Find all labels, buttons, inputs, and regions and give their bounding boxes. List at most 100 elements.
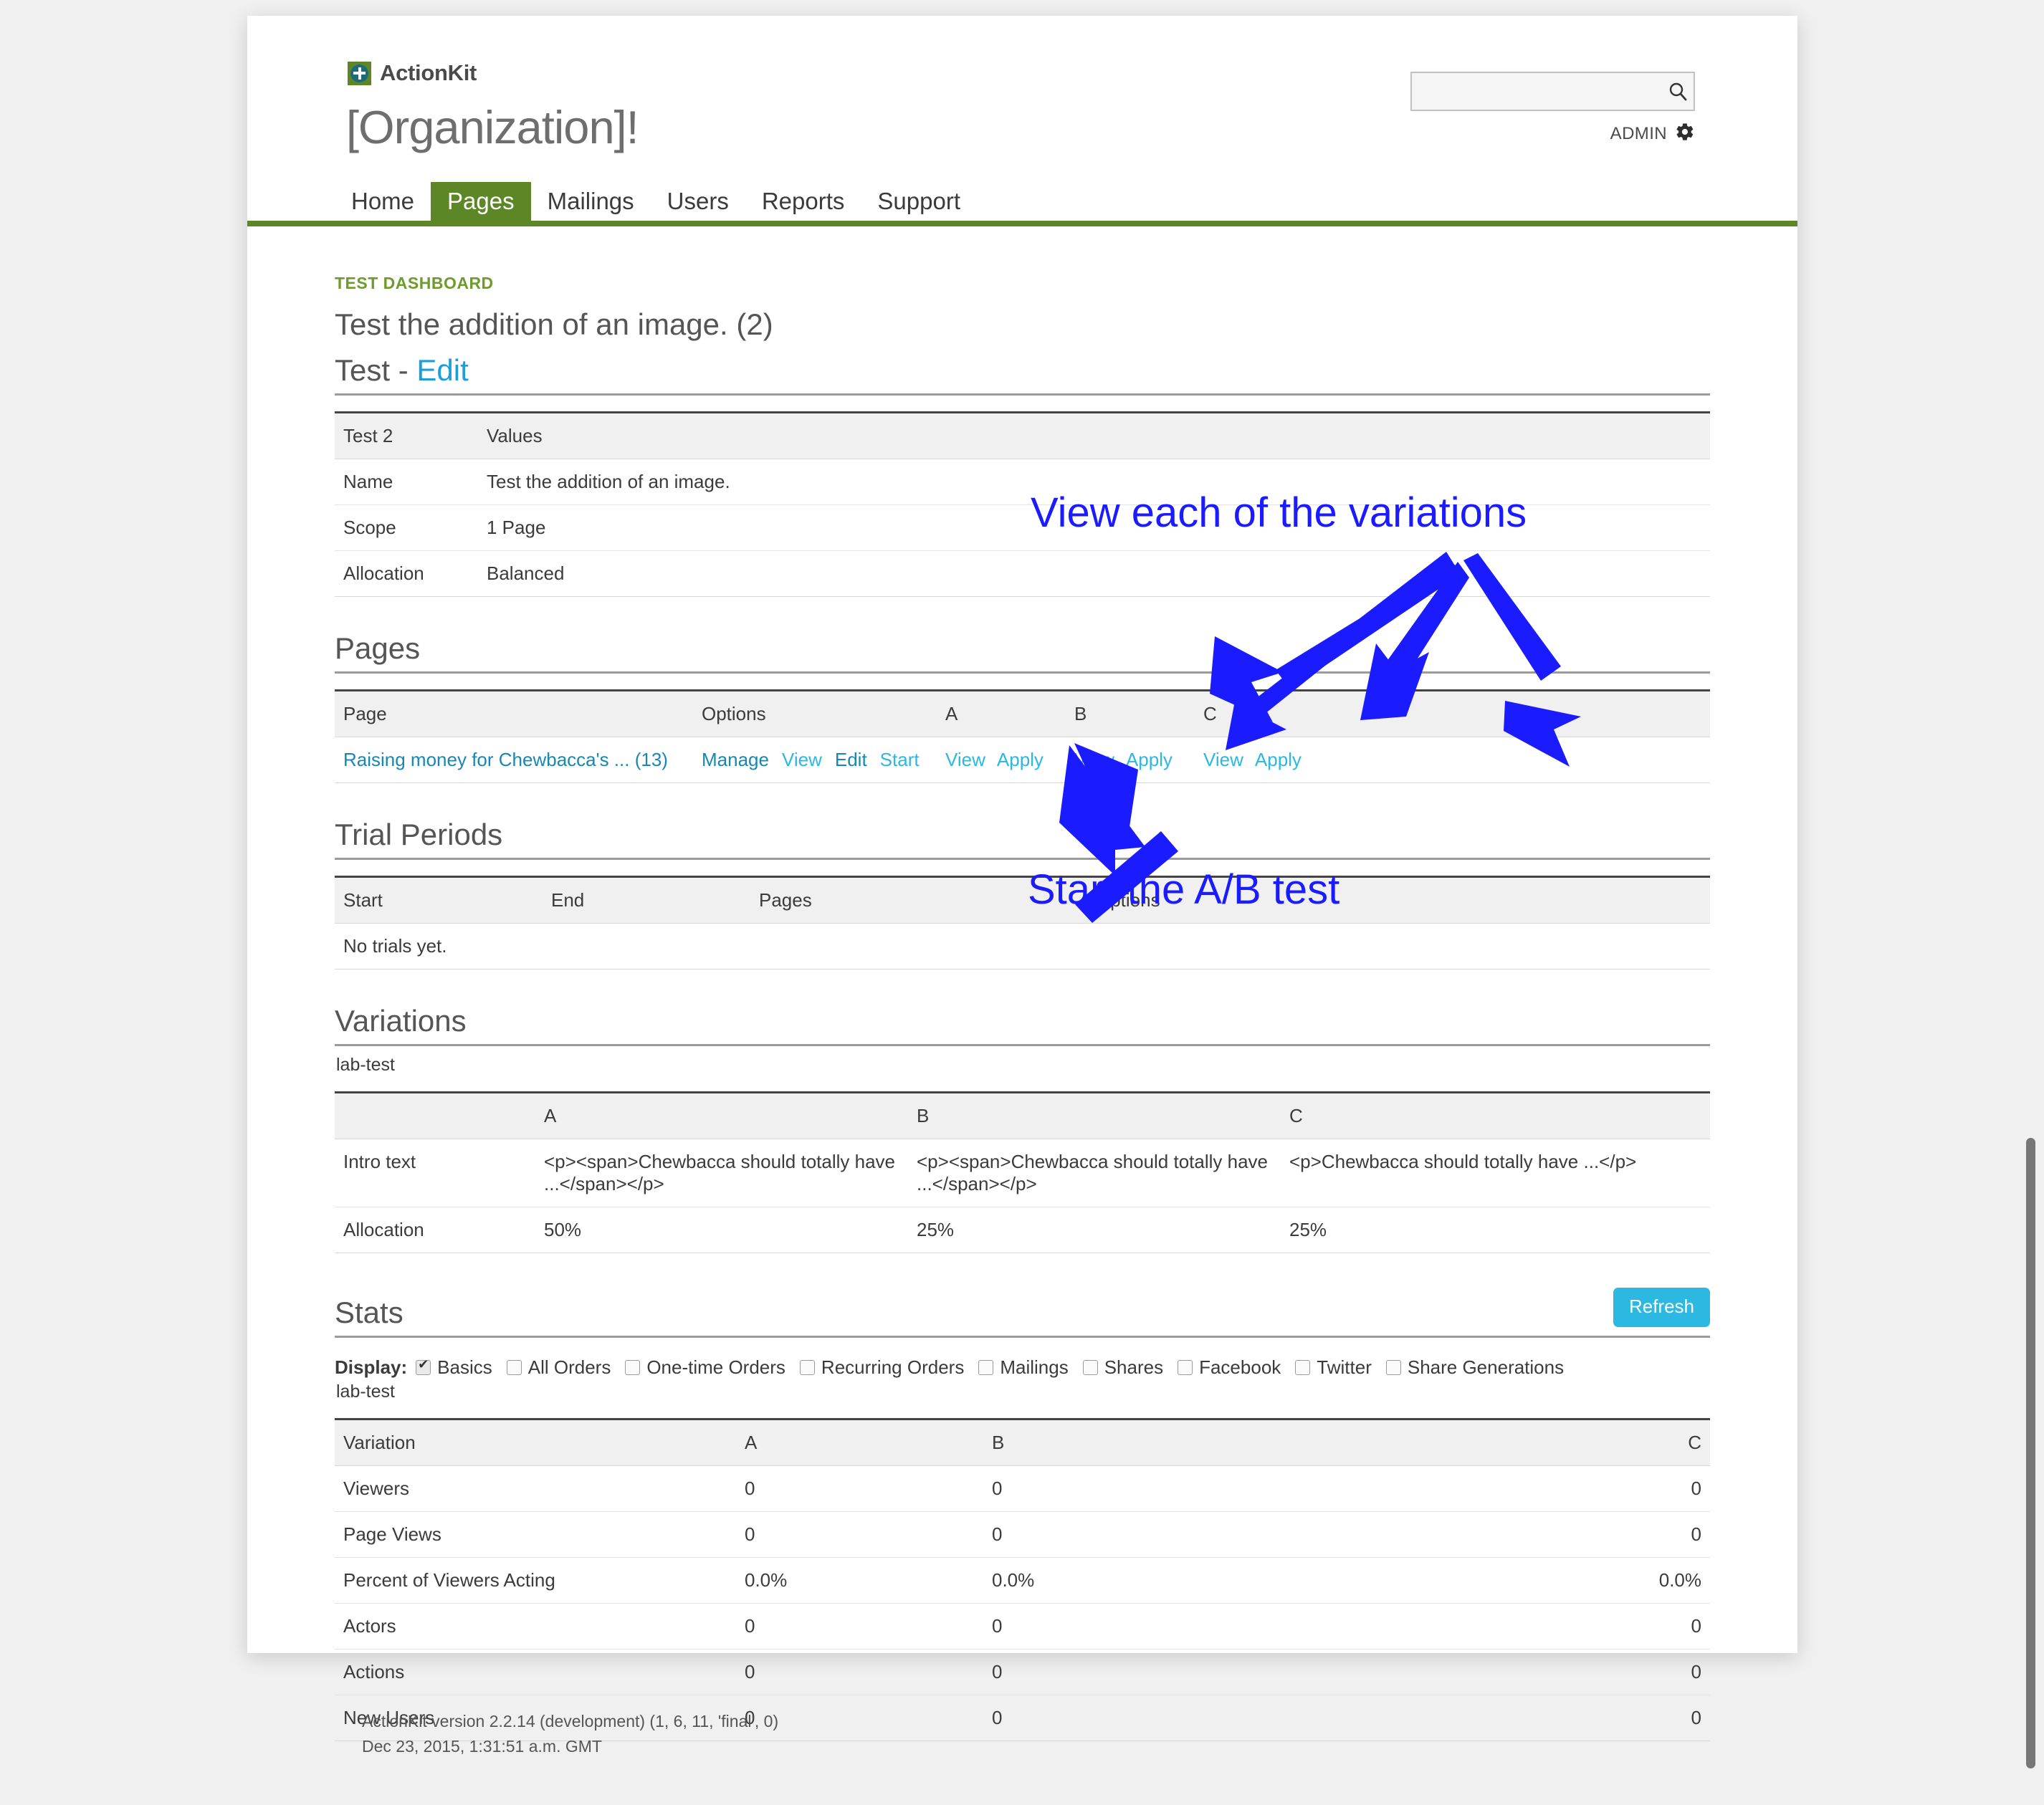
page-scrollbar[interactable] <box>2026 1138 2035 1768</box>
variant-b-view-link[interactable]: View <box>1074 749 1114 771</box>
breadcrumb[interactable]: TEST DASHBOARD <box>335 274 1710 293</box>
stats-actors-a: 0 <box>736 1603 983 1650</box>
nav-item-home[interactable]: Home <box>335 182 431 221</box>
table-row: Percent of Viewers Acting 0.0% 0.0% 0.0% <box>335 1557 1710 1604</box>
checkbox-mailings[interactable] <box>978 1360 994 1375</box>
app-footer: ActionKit version 2.2.14 (development) (… <box>362 1709 778 1758</box>
manage-link[interactable]: Manage <box>702 749 769 771</box>
stats-row-label: Percent of Viewers Acting <box>335 1557 736 1604</box>
annotation-start-test: Start the A/B test <box>1028 866 1340 913</box>
label-twitter: Twitter <box>1317 1356 1372 1378</box>
cell-variant-b: View Apply <box>1066 737 1195 783</box>
stats-percent-c: 0.0% <box>1231 1557 1710 1604</box>
variant-a-view-link[interactable]: View <box>945 749 985 771</box>
pages-section-heading: Pages <box>335 631 1710 674</box>
th-var-c: C <box>1281 1091 1710 1139</box>
view-link[interactable]: View <box>782 749 822 771</box>
stats-row-label: Actions <box>335 1649 736 1695</box>
variation-alloc-a: 50% <box>535 1207 908 1253</box>
stats-actions-b: 0 <box>983 1649 1231 1695</box>
table-row: Raising money for Chewbacca's ... (13) M… <box>335 737 1710 783</box>
nav-item-users[interactable]: Users <box>651 182 745 221</box>
search-box[interactable] <box>1410 72 1695 111</box>
th-var-b: B <box>908 1091 1281 1139</box>
nav-item-mailings[interactable]: Mailings <box>531 182 651 221</box>
table-row: Actions 0 0 0 <box>335 1649 1710 1695</box>
stats-table: Variation A B C Viewers 0 0 0 Page Views <box>335 1418 1710 1741</box>
th-variant-a: A <box>937 689 1066 737</box>
th-variant-b: B <box>1066 689 1195 737</box>
page-link[interactable]: Raising money for Chewbacca's ... (13) <box>343 749 668 770</box>
stats-row-label: Viewers <box>335 1465 736 1512</box>
nav-item-support[interactable]: Support <box>861 182 977 221</box>
th-variation-blank <box>335 1091 535 1139</box>
admin-label: ADMIN <box>1610 123 1667 143</box>
table-header-row: Variation A B C <box>335 1418 1710 1466</box>
cell-allocation-value: Balanced <box>478 550 1710 597</box>
variation-row-label: Allocation <box>335 1207 535 1253</box>
checkbox-basics[interactable] <box>416 1358 431 1375</box>
stats-percent-b: 0.0% <box>983 1557 1231 1604</box>
stats-newusers-b: 0 <box>983 1695 1231 1741</box>
brand-logo[interactable]: ActionKit <box>348 60 477 86</box>
page-root: ActionKit [Organization]! ADMIN Home Pag… <box>0 0 2044 1805</box>
label-basics: Basics <box>437 1356 492 1378</box>
edit-link[interactable]: Edit <box>416 353 468 387</box>
nav-item-reports[interactable]: Reports <box>745 182 861 221</box>
cell-scope-label: Scope <box>335 504 478 551</box>
variations-table: A B C Intro text <p><span>Chewbacca shou… <box>335 1091 1710 1253</box>
display-option-shares[interactable]: Shares <box>1082 1356 1164 1379</box>
variant-a-apply-link[interactable]: Apply <box>997 749 1044 771</box>
variant-c-apply-link[interactable]: Apply <box>1255 749 1302 771</box>
search-icon[interactable] <box>1662 73 1694 110</box>
variant-c-view-link[interactable]: View <box>1203 749 1243 771</box>
display-option-share-generations[interactable]: Share Generations <box>1385 1356 1565 1379</box>
table-row: Allocation Balanced <box>335 550 1710 597</box>
stats-actions-a: 0 <box>736 1649 983 1695</box>
cell-allocation-label: Allocation <box>335 550 478 597</box>
display-option-facebook[interactable]: Facebook <box>1178 1356 1281 1379</box>
refresh-button[interactable]: Refresh <box>1613 1288 1710 1327</box>
search-input[interactable] <box>1412 73 1662 110</box>
display-option-one-time-orders[interactable]: One-time Orders <box>625 1356 785 1379</box>
table-header-row: A B C <box>335 1091 1710 1139</box>
checkbox-recurring-orders[interactable] <box>799 1360 815 1375</box>
variation-alloc-b: 25% <box>908 1207 1281 1253</box>
label-share-generations: Share Generations <box>1407 1356 1565 1378</box>
checkbox-share-generations[interactable] <box>1385 1360 1401 1375</box>
stats-viewers-a: 0 <box>736 1465 983 1512</box>
edit-page-link[interactable]: Edit <box>835 749 867 771</box>
start-link[interactable]: Start <box>880 749 920 771</box>
display-option-recurring-orders[interactable]: Recurring Orders <box>799 1356 964 1379</box>
stats-pageviews-b: 0 <box>983 1511 1231 1558</box>
trial-empty-message: No trials yet. <box>335 923 1710 969</box>
variation-intro-b: <p><span>Chewbacca should totally have .… <box>908 1139 1281 1207</box>
checkbox-twitter[interactable] <box>1295 1360 1311 1375</box>
label-shares: Shares <box>1104 1356 1164 1378</box>
checkbox-facebook[interactable] <box>1178 1360 1193 1375</box>
gear-icon[interactable] <box>1675 122 1695 145</box>
display-option-basics[interactable]: Basics <box>416 1356 492 1379</box>
variations-heading: Variations <box>335 1004 1710 1046</box>
display-option-all-orders[interactable]: All Orders <box>506 1356 611 1379</box>
stats-percent-a: 0.0% <box>736 1557 983 1604</box>
display-option-mailings[interactable]: Mailings <box>978 1356 1069 1379</box>
th-start: Start <box>335 876 543 924</box>
actionkit-plus-icon <box>348 61 371 85</box>
th-end: End <box>543 876 750 924</box>
checkbox-shares[interactable] <box>1082 1360 1098 1375</box>
admin-menu[interactable]: ADMIN <box>1610 122 1695 145</box>
variant-b-apply-link[interactable]: Apply <box>1126 749 1173 771</box>
nav-item-pages[interactable]: Pages <box>431 182 531 221</box>
checkbox-one-time-orders[interactable] <box>625 1360 641 1375</box>
page-org-title: [Organization]! <box>346 101 639 153</box>
cell-page-link: Raising money for Chewbacca's ... (13) <box>335 737 693 783</box>
display-option-twitter[interactable]: Twitter <box>1295 1356 1372 1379</box>
th-stats-b: B <box>983 1418 1231 1466</box>
checkbox-all-orders[interactable] <box>506 1360 522 1375</box>
stats-row-label: Actors <box>335 1603 736 1650</box>
th-test2: Test 2 <box>335 411 478 459</box>
th-values: Values <box>478 411 1710 459</box>
cell-name-label: Name <box>335 459 478 505</box>
brand-name: ActionKit <box>380 60 477 85</box>
